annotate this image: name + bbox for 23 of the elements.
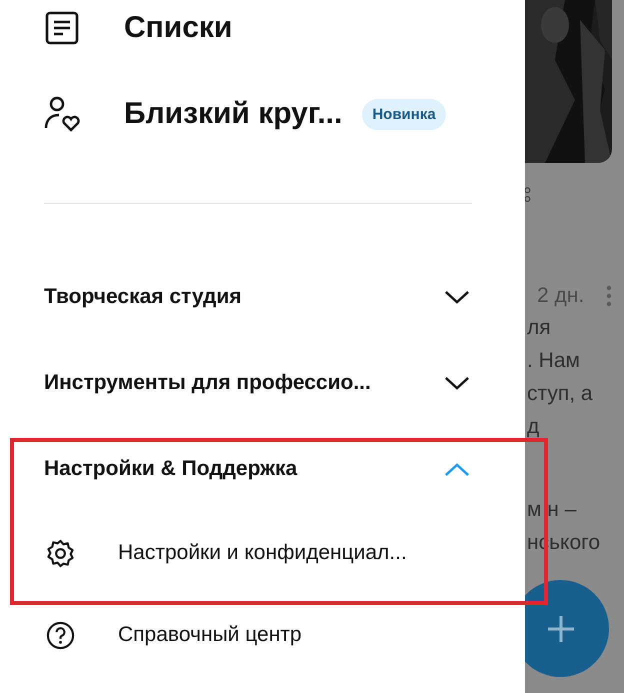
post-text: . Нам	[527, 348, 581, 374]
menu-item[interactable]: Справочный центр	[44, 594, 470, 676]
person-heart-icon	[44, 96, 80, 132]
section-header[interactable]: Настройки & Поддержка	[44, 426, 470, 512]
section-header[interactable]: Инструменты для профессио...	[44, 340, 470, 426]
more-icon[interactable]	[606, 285, 612, 307]
menu-item[interactable]: Настройки и конфиденциал...	[44, 512, 470, 594]
help-icon	[46, 620, 75, 650]
menu-item[interactable]: Близкий круг... Новинка	[44, 71, 470, 157]
new-badge: Новинка	[362, 98, 446, 130]
post-text: д	[527, 414, 540, 440]
chevron-up-icon	[444, 462, 470, 476]
list-icon	[44, 10, 80, 46]
chevron-down-icon	[444, 376, 470, 390]
plus-icon	[546, 614, 576, 644]
menu-item[interactable]: Списки	[44, 0, 470, 71]
post-text: м н –	[527, 497, 578, 523]
post-text: ля	[527, 315, 552, 341]
settings-icon	[46, 538, 75, 568]
post-text: ступ, а	[527, 381, 594, 407]
post-time: 2 дн.	[537, 284, 584, 308]
chevron-down-icon	[444, 290, 470, 304]
section-header[interactable]: Творческая студия	[44, 254, 470, 340]
